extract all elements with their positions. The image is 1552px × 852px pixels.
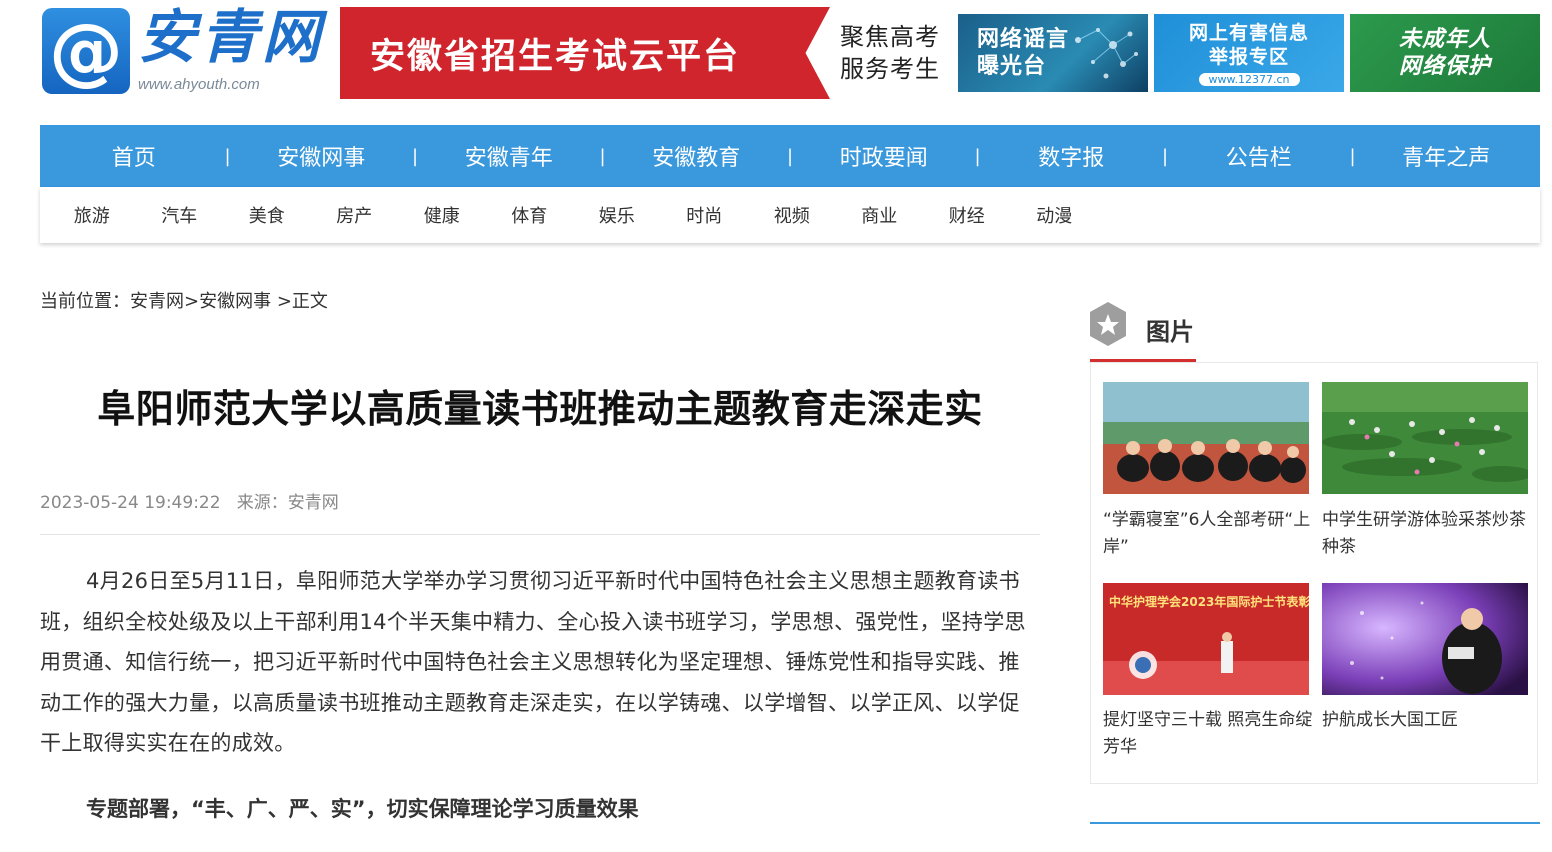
banner-main-text: 安徽省招生考试云平台 xyxy=(370,36,741,77)
site-url: www.ahyouth.com xyxy=(138,76,260,93)
article-subheading: 专题部署，“丰、广、严、实”，切实保障理论学习质量效果 xyxy=(86,797,639,821)
sidebar-next-section-border xyxy=(1090,822,1540,824)
banner-side-text: 聚焦高考 服务考生 xyxy=(840,21,944,85)
banner-red-panel: 安徽省招生考试云平台 xyxy=(340,7,830,99)
article-meta: 2023-05-24 19:49:22 来源：安青网 xyxy=(40,488,339,513)
photo-graduates[interactable] xyxy=(1103,382,1309,494)
stage-banner-text: 中华护理学会2023年国际护士节表彰大会 xyxy=(1109,595,1309,609)
nav-anhui-news[interactable]: 安徽网事 xyxy=(228,140,416,172)
meta-divider xyxy=(40,534,1040,535)
subnav-anime[interactable]: 动漫 xyxy=(1011,202,1099,228)
photo-nurse-award[interactable]: 中华护理学会2023年国际护士节表彰大会 xyxy=(1103,583,1309,695)
ad1-line1: 网络谣言 xyxy=(976,27,1069,52)
subnav-video[interactable]: 视频 xyxy=(748,202,836,228)
article-source: 安青网 xyxy=(287,493,339,513)
subnav-business[interactable]: 商业 xyxy=(836,202,924,228)
banner-side-line1: 聚焦高考 xyxy=(840,23,940,51)
breadcrumb-section-link[interactable]: 安徽网事 xyxy=(199,291,271,312)
article-paragraph: 4月26日至5月11日，阜阳师范大学举办学习贯彻习近平新时代中国特色社会主义思想… xyxy=(40,569,1026,755)
nav-bulletin[interactable]: 公告栏 xyxy=(1165,140,1353,172)
article-title: 阜阳师范大学以高质量读书班推动主题教育走深走实 xyxy=(97,387,983,431)
photo-craftsman[interactable] xyxy=(1322,583,1528,695)
craftsman-photo xyxy=(1322,583,1528,695)
breadcrumb-current: 正文 xyxy=(291,291,328,312)
subnav-health[interactable]: 健康 xyxy=(398,202,486,228)
ad2-line2: 举报专区 xyxy=(1208,45,1289,68)
sub-nav: 旅游 汽车 美食 房产 健康 体育 娱乐 时尚 视频 商业 财经 动漫 xyxy=(40,187,1540,243)
site-name[interactable]: 安青网 xyxy=(138,8,324,66)
site-logo[interactable]: @ xyxy=(42,8,130,94)
sidebar-title: 图片 xyxy=(1146,318,1194,346)
ad1-line2: 曝光台 xyxy=(976,54,1046,79)
subnav-travel[interactable]: 旅游 xyxy=(48,202,136,228)
photo-caption[interactable]: 护航成长大国工匠 xyxy=(1322,707,1532,734)
subnav-food[interactable]: 美食 xyxy=(223,202,311,228)
minor-protection-ad[interactable]: 未成年人 网络保护 xyxy=(1350,14,1540,92)
harmful-info-report-ad[interactable]: 网上有害信息 举报专区 www.12377.cn xyxy=(1154,14,1344,92)
breadcrumb: 当前位置：安青网>安徽网事 >正文 xyxy=(40,287,328,313)
article-datetime: 2023-05-24 19:49:22 xyxy=(40,493,221,513)
photo-caption[interactable]: 提灯坚守三十载 照亮生命绽芳华 xyxy=(1103,707,1313,761)
nav-anhui-youth[interactable]: 安徽青年 xyxy=(415,140,603,172)
photo-panel: “学霸寝室”6人全部考研“上岸” 中学生研学游体验采茶炒茶种茶 中华护理学会20… xyxy=(1090,362,1538,784)
ad2-url: www.12377.cn xyxy=(1198,72,1300,86)
rumor-exposure-ad[interactable]: 网络谣言 曝光台 xyxy=(958,14,1148,92)
nav-home[interactable]: 首页 xyxy=(40,140,228,172)
photo-caption[interactable]: 中学生研学游体验采茶炒茶种茶 xyxy=(1322,507,1532,561)
subnav-realestate[interactable]: 房产 xyxy=(311,202,399,228)
nav-youth-voice[interactable]: 青年之声 xyxy=(1353,140,1541,172)
network-dots-icon xyxy=(1075,28,1138,79)
ad2-line1: 网上有害信息 xyxy=(1188,21,1309,44)
main-nav: 首页 | 安徽网事 | 安徽青年 | 安徽教育 | 时政要闻 | 数字报 | 公… xyxy=(40,125,1540,187)
ad3-line2: 网络保护 xyxy=(1398,54,1491,79)
breadcrumb-home-link[interactable]: 安青网 xyxy=(130,291,184,312)
breadcrumb-separator: > xyxy=(271,291,292,312)
banner-side-line2: 服务考生 xyxy=(840,55,940,83)
nav-anhui-education[interactable]: 安徽教育 xyxy=(603,140,791,172)
photo-caption[interactable]: “学霸寝室”6人全部考研“上岸” xyxy=(1103,507,1313,561)
tea-field-photo xyxy=(1322,382,1528,494)
subnav-entertainment[interactable]: 娱乐 xyxy=(573,202,661,228)
breadcrumb-separator: > xyxy=(184,291,200,312)
article-source-label: 来源： xyxy=(236,493,288,513)
subnav-finance[interactable]: 财经 xyxy=(923,202,1011,228)
subnav-fashion[interactable]: 时尚 xyxy=(661,202,749,228)
star-badge-icon xyxy=(1090,302,1126,346)
subnav-sports[interactable]: 体育 xyxy=(486,202,574,228)
photo-tea-picking[interactable] xyxy=(1322,382,1528,494)
nav-digital-paper[interactable]: 数字报 xyxy=(978,140,1166,172)
nav-politics[interactable]: 时政要闻 xyxy=(790,140,978,172)
graduates-photo xyxy=(1103,382,1309,494)
at-icon: @ xyxy=(49,8,123,94)
breadcrumb-label: 当前位置： xyxy=(40,291,130,312)
subnav-auto[interactable]: 汽车 xyxy=(136,202,224,228)
exam-platform-banner[interactable]: 安徽省招生考试云平台 聚焦高考 服务考生 xyxy=(340,7,944,99)
ad3-line1: 未成年人 xyxy=(1398,27,1491,52)
